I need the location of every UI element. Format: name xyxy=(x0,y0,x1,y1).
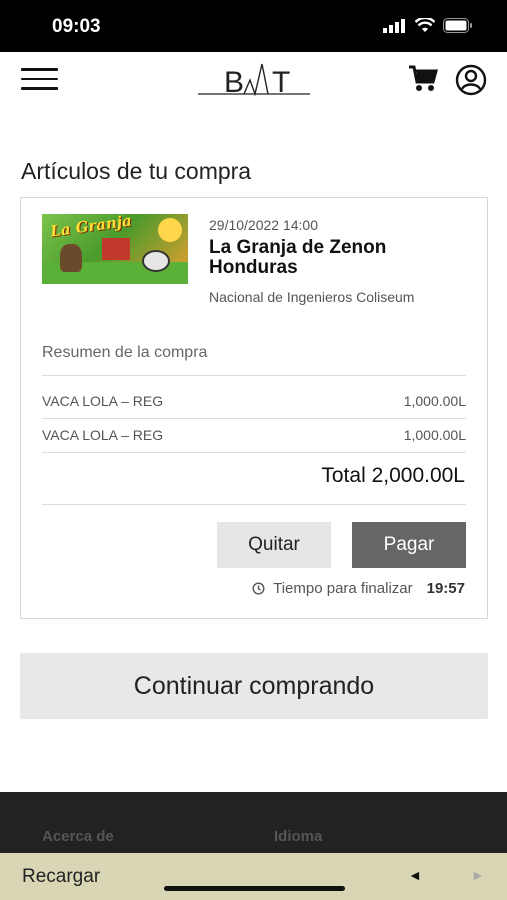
event-venue: Nacional de Ingenieros Coliseum xyxy=(209,289,415,305)
timer-countdown: 19:57 xyxy=(426,580,465,597)
status-bar: 09:03 xyxy=(0,0,507,52)
brand-logo[interactable]: B T xyxy=(198,60,310,100)
divider xyxy=(42,504,466,505)
wifi-icon xyxy=(415,18,435,32)
top-navbar: B T xyxy=(0,52,507,108)
event-name: La Granja de Zenon Honduras xyxy=(209,237,387,278)
pay-button[interactable]: Pagar xyxy=(352,522,466,568)
line-item-price: 1,000.00L xyxy=(403,427,466,443)
svg-text:B: B xyxy=(224,66,244,99)
divider xyxy=(42,375,466,376)
svg-text:T: T xyxy=(272,66,290,99)
line-item: VACA LOLA – REG 1,000.00L xyxy=(42,393,466,413)
line-item-price: 1,000.00L xyxy=(403,393,466,409)
checkout-timer: Tiempo para finalizar 19:57 xyxy=(252,580,465,597)
browser-bottom-bar: Recargar ◄ ► xyxy=(0,853,507,900)
event-image-title: La Granja xyxy=(49,214,133,241)
divider xyxy=(42,452,466,453)
footer-language-link[interactable]: Idioma xyxy=(274,828,322,845)
purchase-card: La Granja 29/10/2022 14:00 La Granja de … xyxy=(20,197,488,619)
signal-icon xyxy=(383,18,405,33)
order-total: Total 2,000.00L xyxy=(321,464,465,487)
back-arrow-icon[interactable]: ◄ xyxy=(408,867,422,883)
forward-arrow-icon[interactable]: ► xyxy=(471,867,485,883)
line-item-name: VACA LOLA – REG xyxy=(42,427,164,443)
page-title: Artículos de tu compra xyxy=(21,158,252,184)
reload-button[interactable]: Recargar xyxy=(22,866,100,888)
line-item-name: VACA LOLA – REG xyxy=(42,393,164,409)
cart-icon[interactable] xyxy=(408,65,438,93)
remove-button[interactable]: Quitar xyxy=(217,522,331,568)
user-account-icon[interactable] xyxy=(455,64,487,96)
summary-title: Resumen de la compra xyxy=(42,344,208,361)
status-icons xyxy=(383,18,473,33)
line-item: VACA LOLA – REG 1,000.00L xyxy=(42,427,466,447)
clock-icon xyxy=(252,582,265,595)
footer: Acerca de Idioma xyxy=(0,792,507,853)
menu-icon[interactable] xyxy=(21,68,58,90)
continue-shopping-button[interactable]: Continuar comprando xyxy=(20,653,488,719)
divider xyxy=(42,418,466,419)
home-indicator xyxy=(164,886,345,891)
footer-about-link[interactable]: Acerca de xyxy=(42,828,114,845)
event-date: 29/10/2022 14:00 xyxy=(209,217,318,233)
status-time: 09:03 xyxy=(52,16,101,37)
timer-label: Tiempo para finalizar xyxy=(273,580,413,597)
event-image[interactable]: La Granja xyxy=(42,214,188,284)
battery-icon xyxy=(443,18,472,33)
